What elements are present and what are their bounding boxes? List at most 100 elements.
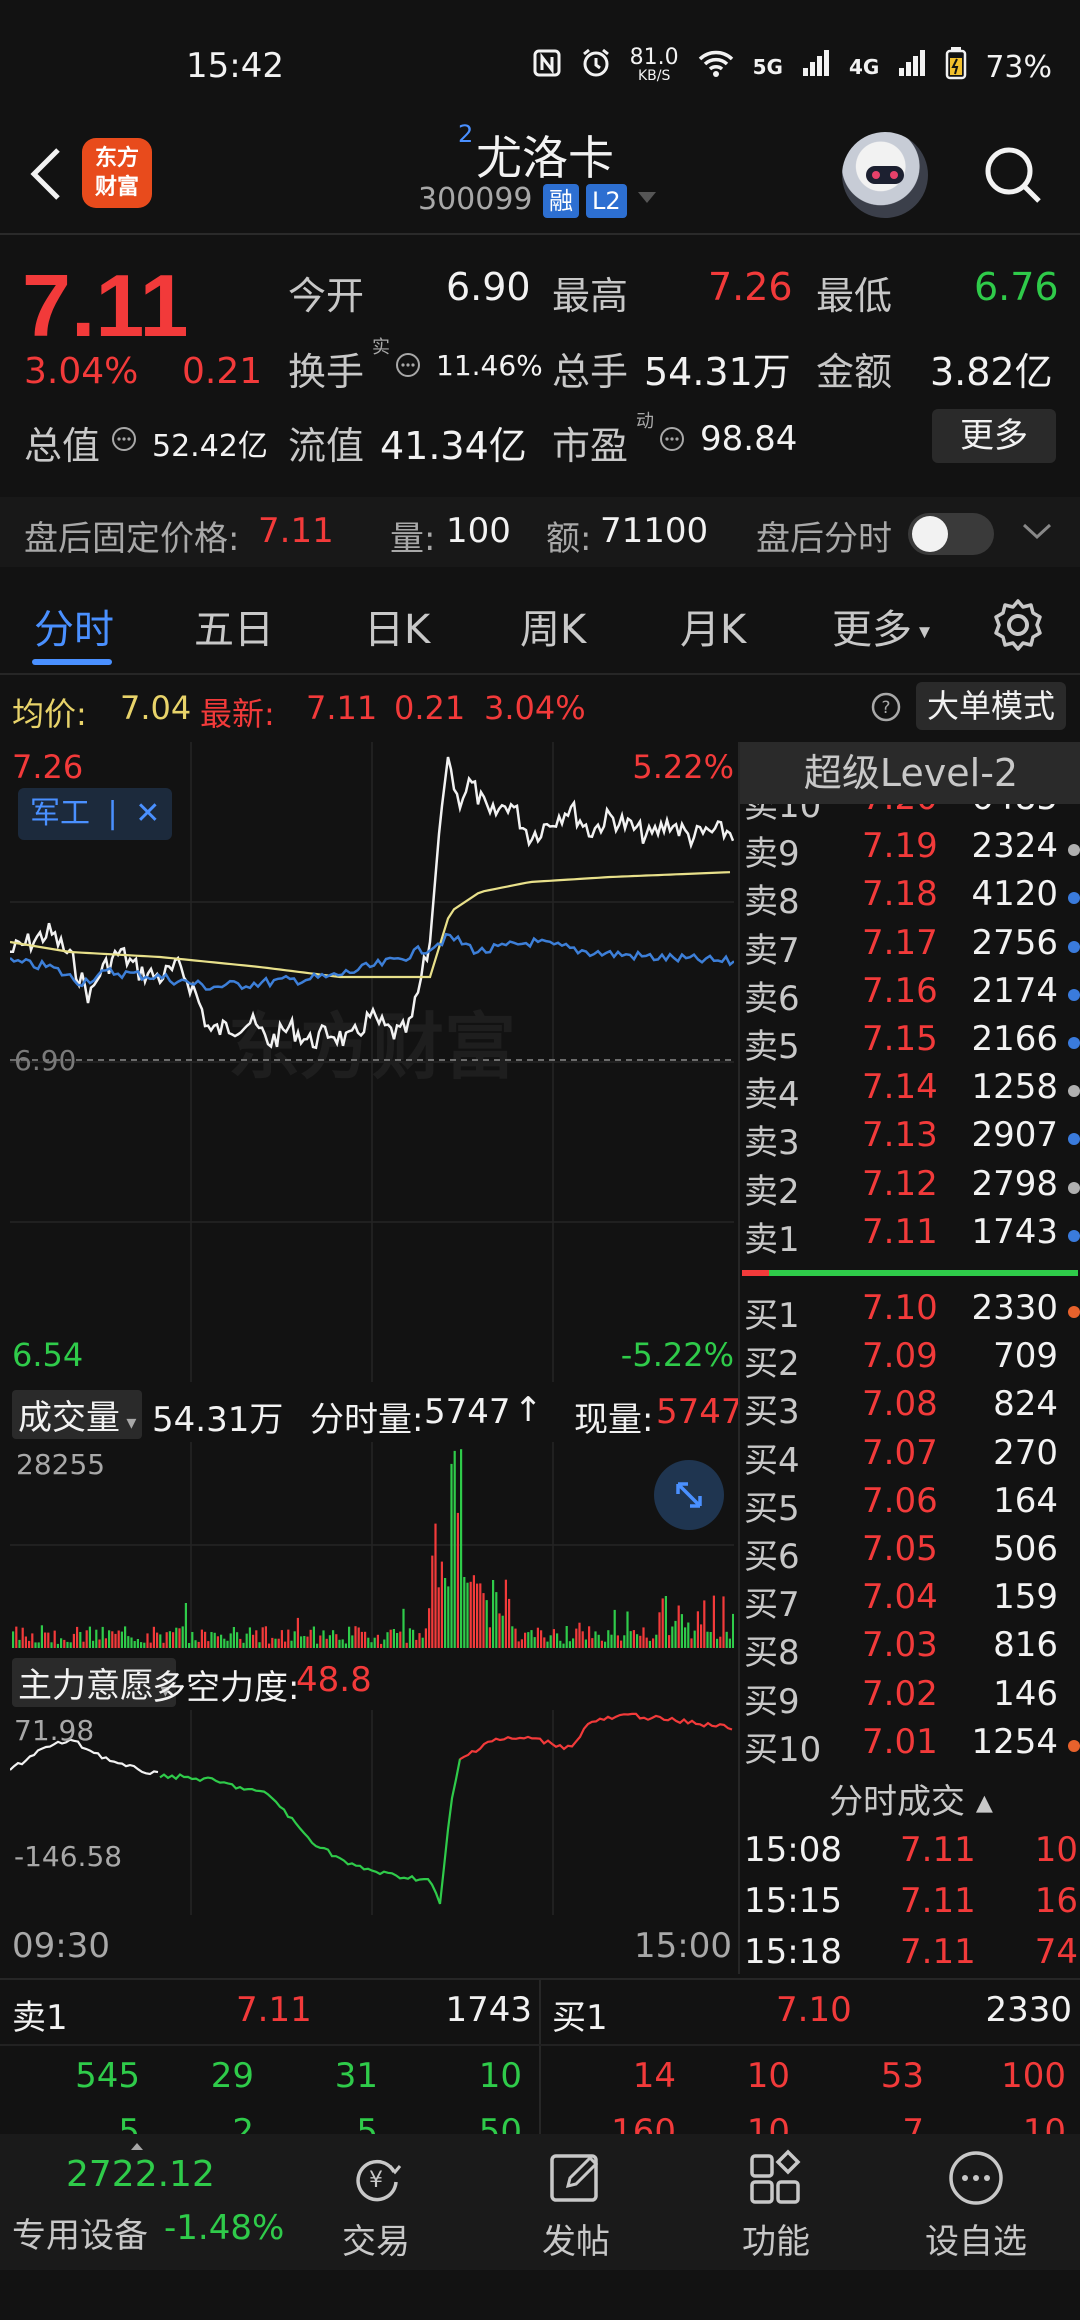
ask-row-3[interactable]: 卖3 7.13 2907 — [740, 1115, 1080, 1163]
bid-row-4[interactable]: 买4 7.07 270 — [740, 1433, 1080, 1481]
bid-row-8[interactable]: 买8 7.03 816 — [740, 1625, 1080, 1673]
close-icon[interactable]: ✕ — [135, 796, 160, 831]
volume-bar — [188, 1643, 191, 1648]
turnover-value: 11.46% — [436, 349, 543, 382]
order-dot-icon — [1068, 940, 1080, 953]
volume-bar — [82, 1641, 85, 1648]
volume-bar — [472, 1575, 475, 1648]
volume-bar — [680, 1614, 683, 1648]
ask-level-label: 卖8 — [744, 882, 800, 923]
force-chart[interactable]: 71.98 -146.58 — [9, 1710, 734, 1915]
nav-add-watchlist[interactable]: 设自选 — [876, 2134, 1076, 2270]
volume-bar — [412, 1629, 415, 1648]
order-dot-icon — [1068, 1133, 1080, 1146]
ask-row-5[interactable]: 卖5 7.15 2166 — [740, 1019, 1080, 1067]
volume-bar — [344, 1643, 347, 1648]
volume-selector[interactable]: 成交量 ▾ — [12, 1390, 143, 1439]
trade-row: 15:18 7.11 74 — [740, 1932, 1080, 1974]
bid-row-7[interactable]: 买7 7.04 159 — [740, 1577, 1080, 1625]
back-arrow-icon — [30, 148, 60, 200]
chevron-down-icon[interactable] — [1020, 519, 1054, 547]
search-icon[interactable] — [978, 140, 1048, 210]
big-order-mode-button[interactable]: 大单模式 — [916, 682, 1066, 730]
intraday-price-chart[interactable]: 东方财富 7.26 5.22% 6.90 6.54 -5.22% 军工 | ✕ — [9, 742, 735, 1382]
tab-more[interactable]: 更多 ▾ — [832, 597, 930, 655]
bid-row-2[interactable]: 买2 7.09 709 — [740, 1336, 1080, 1384]
volume-bar — [380, 1643, 383, 1648]
ask-row-4[interactable]: 卖4 7.14 1258 — [740, 1067, 1080, 1115]
tab-five-day[interactable]: 五日 — [194, 597, 274, 655]
volume-bar — [140, 1642, 143, 1648]
more-button[interactable]: 更多 — [932, 409, 1056, 463]
bid-row-1[interactable]: 买1 7.10 2330 — [740, 1288, 1080, 1336]
tab-weekly-k[interactable]: 周K — [520, 597, 586, 655]
help-icon[interactable]: ? — [870, 691, 902, 731]
volume-bar — [284, 1641, 287, 1648]
nav-post[interactable]: 发帖 — [476, 2134, 676, 2270]
ask-row-8[interactable]: 卖8 7.18 4120 — [740, 874, 1080, 922]
bid-price: 7.10 — [862, 1288, 938, 1328]
stock-name[interactable]: 尤洛卡 — [476, 122, 614, 188]
after-amt-label: 额: — [546, 519, 592, 559]
info-icon-pe[interactable] — [658, 425, 686, 457]
bid-row-5[interactable]: 买5 7.06 164 — [740, 1481, 1080, 1529]
assistant-robot-icon[interactable] — [842, 132, 928, 218]
volume-chart[interactable]: 28255 — [10, 1442, 735, 1648]
trade-time: 15:18 — [744, 1932, 842, 1972]
axis-base-price: 6.90 — [14, 1044, 77, 1077]
bid-row-9[interactable]: 买9 7.02 146 — [740, 1674, 1080, 1722]
volume-bar — [498, 1613, 501, 1648]
volume-bar — [546, 1641, 549, 1648]
back-button[interactable] — [22, 138, 72, 208]
ask-volume: 2907 — [971, 1115, 1058, 1156]
volume-bar — [44, 1632, 47, 1648]
sector-index-widget[interactable]: 2722.12 专用设备 -1.48% — [0, 2134, 290, 2270]
sector-tag[interactable]: 军工 | ✕ — [18, 788, 173, 840]
active-tab-indicator — [32, 659, 112, 665]
nav-trade[interactable]: ¥ 交易 — [276, 2134, 476, 2270]
ask-row-2[interactable]: 卖2 7.12 2798 — [740, 1164, 1080, 1212]
nav-functions[interactable]: 功能 — [676, 2134, 876, 2270]
volume-bar — [424, 1628, 427, 1648]
expand-icon[interactable] — [654, 1460, 724, 1530]
gear-icon[interactable] — [990, 597, 1046, 657]
trades-title[interactable]: 分时成交 ▴ — [740, 1774, 1080, 1830]
volume-bar — [408, 1628, 411, 1648]
info-icon[interactable] — [110, 425, 138, 457]
volume-bar — [450, 1463, 453, 1648]
volume-bar — [482, 1593, 485, 1648]
volume-bar — [66, 1641, 69, 1648]
volume-bar — [533, 1637, 536, 1648]
alarm-icon — [580, 47, 612, 87]
ask-row-6[interactable]: 卖6 7.16 2174 — [740, 971, 1080, 1019]
volume-bar — [130, 1637, 133, 1648]
ask-row-1[interactable]: 卖1 7.11 1743 — [740, 1212, 1080, 1260]
ask-row-9[interactable]: 卖9 7.19 2324 — [740, 826, 1080, 874]
volume-bar — [60, 1638, 63, 1648]
tab-monthly-k[interactable]: 月K — [680, 597, 746, 655]
info-icon-turnover[interactable] — [394, 351, 422, 383]
level2-title[interactable]: 超级Level-2 — [740, 742, 1080, 804]
tab-daily-k[interactable]: 日K — [364, 597, 430, 655]
volume-bar — [597, 1634, 600, 1648]
volume-bar — [549, 1635, 552, 1648]
volume-bar — [178, 1628, 181, 1648]
app-logo[interactable]: 东方 财富 — [82, 138, 152, 208]
ask-row-10[interactable]: 卖10 7.20 6485 — [740, 804, 1080, 826]
bid-row-6[interactable]: 买6 7.05 506 — [740, 1529, 1080, 1577]
ask-row-7[interactable]: 卖7 7.17 2756 — [740, 923, 1080, 971]
bid-row-3[interactable]: 买3 7.08 824 — [740, 1384, 1080, 1432]
volume-bar — [242, 1642, 245, 1648]
level2-orderbook[interactable]: 超级Level-2 卖10 7.20 6485 卖9 7.19 2324 卖8 7.18 412… — [738, 742, 1080, 1974]
after-hours-toggle[interactable] — [908, 513, 994, 555]
change-amount: 0.21 — [182, 351, 263, 392]
volume-bar — [722, 1596, 725, 1648]
bid-row-10[interactable]: 买10 7.01 1254 — [740, 1722, 1080, 1770]
more-dots-icon — [946, 2148, 1006, 2208]
dropdown-triangle-icon[interactable] — [636, 188, 658, 210]
queue-sell-order: 29 — [210, 2056, 254, 2096]
volume-bar — [31, 1633, 34, 1648]
volume-bar — [716, 1638, 719, 1648]
tab-intraday[interactable]: 分时 — [34, 597, 114, 655]
ask-price: 7.17 — [862, 922, 938, 963]
